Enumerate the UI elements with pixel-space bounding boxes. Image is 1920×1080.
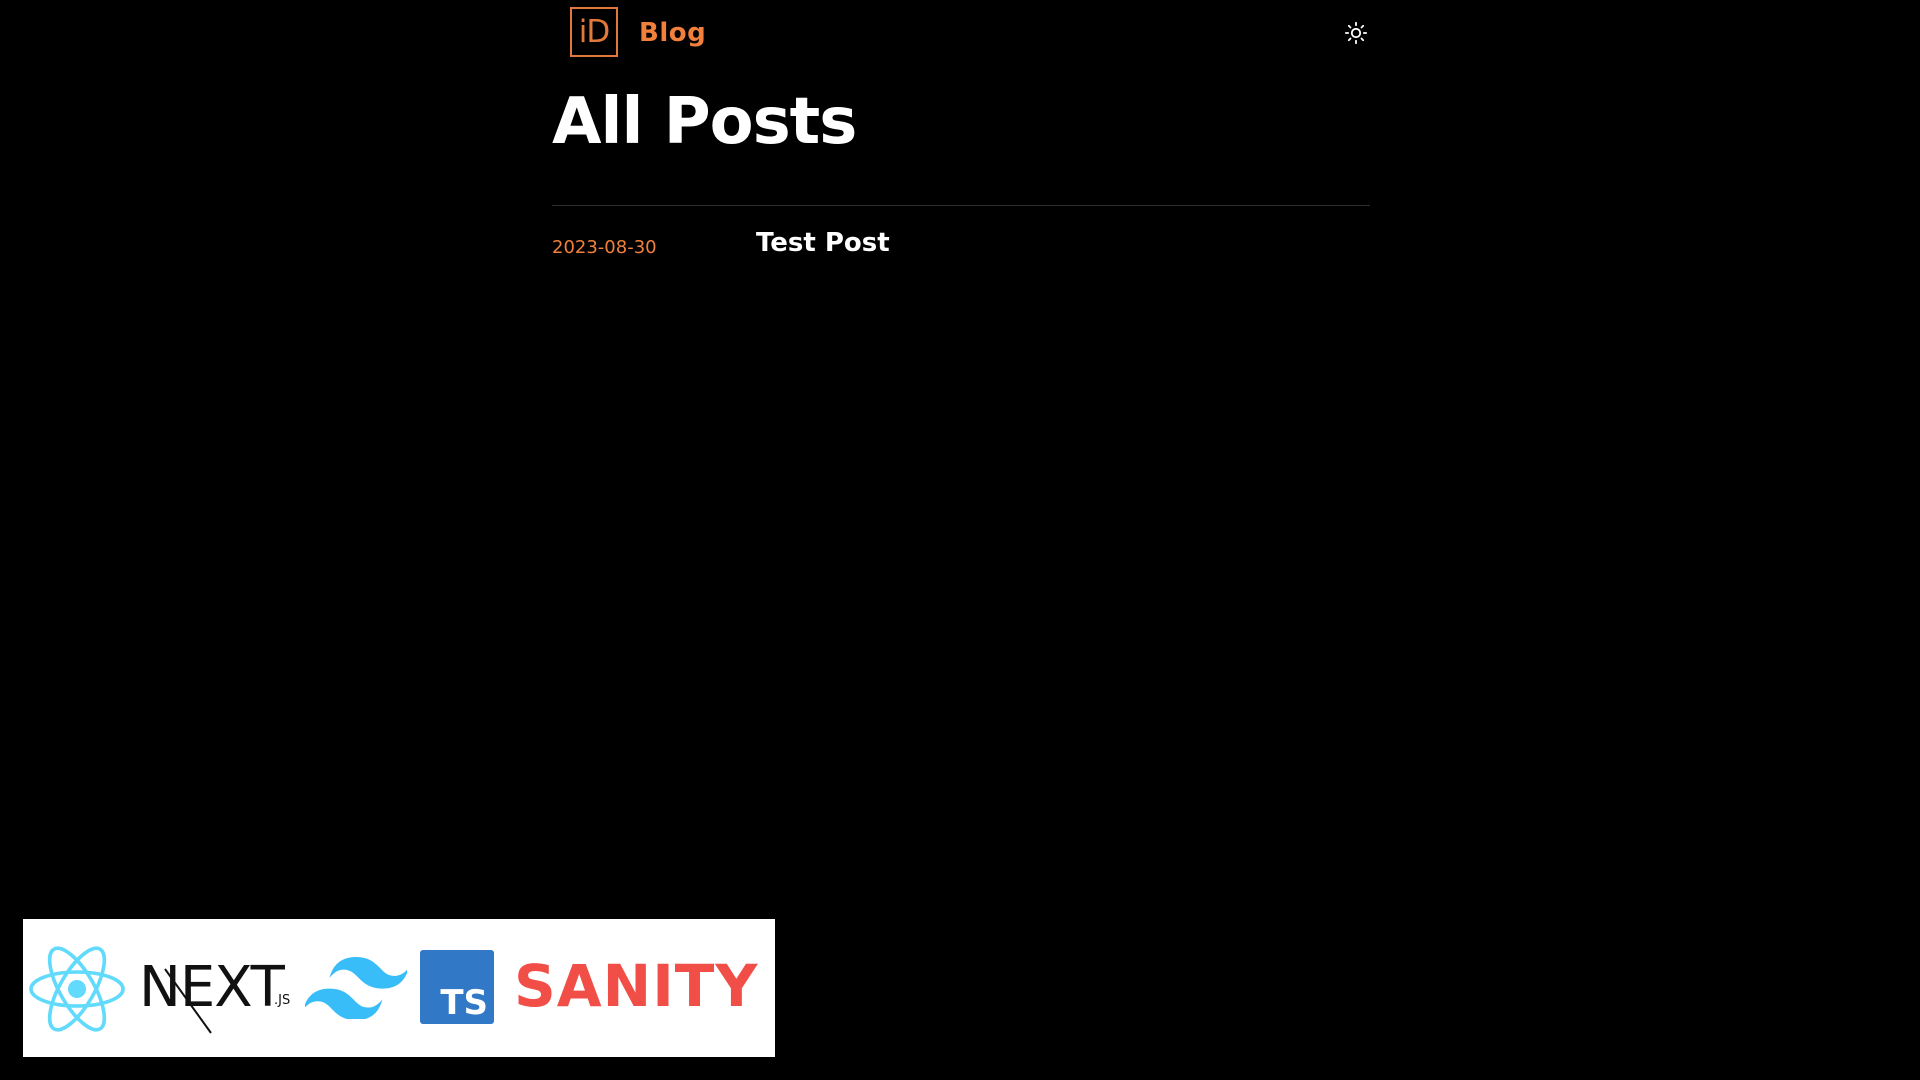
post-list-item: 2023-08-30 Test Post [552,226,1370,266]
sun-icon [1344,21,1368,45]
post-date: 2023-08-30 [552,237,657,258]
tech-stack-banner: NEXT .JS TS SANITY [23,919,775,1057]
nextjs-slash-mark [164,968,212,1034]
sanity-logo: SANITY [514,952,759,1020]
page-title: All Posts [552,85,857,159]
post-title-link[interactable]: Test Post [756,228,890,258]
title-divider [552,205,1370,206]
site-header: iD Blog [552,6,1370,62]
page: iD Blog All Posts 2023-08-30 Test Post N… [0,0,1920,1080]
react-logo [29,946,125,1032]
blog-nav-link[interactable]: Blog [639,18,706,48]
typescript-logo-text: TS [440,983,488,1023]
typescript-logo: TS [420,950,494,1024]
site-logo[interactable]: iD [570,7,618,57]
theme-toggle-button[interactable] [1342,19,1370,47]
tailwind-logo [305,957,407,1019]
